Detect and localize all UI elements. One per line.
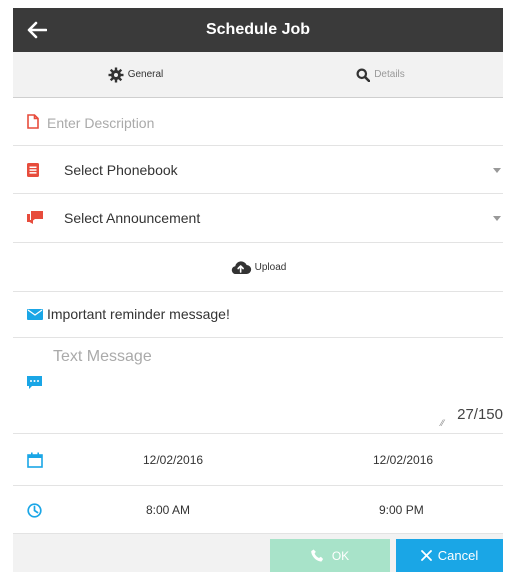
cloud-upload-icon: [231, 261, 252, 274]
clock-icon: [27, 503, 42, 518]
description-row[interactable]: Enter Description: [13, 98, 503, 146]
cancel-label: Cancel: [437, 548, 479, 563]
date-row: 12/02/2016 12/02/2016: [13, 434, 503, 486]
end-date-field[interactable]: 12/02/2016: [373, 453, 433, 467]
search-icon: [356, 68, 371, 82]
message-row: ⁄⁄ 27/150: [13, 338, 503, 434]
close-icon: [420, 550, 432, 561]
chat-bubble-icon: [27, 376, 42, 390]
gear-icon: [108, 67, 124, 82]
announcement-icon: [27, 211, 43, 225]
ok-button[interactable]: OK: [270, 539, 390, 572]
subject-row[interactable]: Important reminder message!: [13, 292, 503, 338]
cancel-button[interactable]: Cancel: [396, 539, 503, 572]
ok-label: OK: [331, 548, 350, 563]
end-time-field[interactable]: 9:00 PM: [379, 503, 424, 517]
subject-input[interactable]: Important reminder message!: [47, 306, 230, 322]
tab-details-label: Details: [374, 69, 405, 80]
start-time-field[interactable]: 8:00 AM: [146, 503, 190, 517]
upload-row: Upload: [13, 243, 503, 292]
start-date-field[interactable]: 12/02/2016: [143, 453, 203, 467]
text-message-input[interactable]: [53, 348, 449, 418]
time-row: 8:00 AM 9:00 PM: [13, 486, 503, 534]
upload-button[interactable]: Upload: [230, 260, 287, 274]
file-icon: [27, 114, 39, 129]
calendar-icon: [27, 452, 43, 468]
announcement-select-label: Select Announcement: [64, 210, 201, 226]
resize-handle-icon[interactable]: ⁄⁄: [441, 418, 444, 428]
arrow-left-icon: [27, 21, 47, 39]
tab-general-label: General: [127, 69, 164, 80]
phonebook-select-label: Select Phonebook: [64, 162, 178, 178]
back-button[interactable]: [13, 8, 61, 52]
tab-details[interactable]: Details: [258, 52, 503, 97]
contacts-icon: [27, 163, 39, 177]
tab-bar: General Details: [13, 52, 503, 98]
top-bar: Schedule Job: [13, 8, 503, 52]
description-input[interactable]: Enter Description: [47, 115, 154, 131]
page-title: Schedule Job: [205, 21, 311, 38]
chevron-down-icon: [493, 167, 501, 173]
announcement-select[interactable]: Select Announcement: [13, 194, 503, 243]
character-counter: 27/150: [457, 406, 503, 423]
phone-icon: [311, 549, 323, 562]
envelope-icon: [27, 309, 43, 320]
tab-general[interactable]: General: [13, 52, 258, 97]
phonebook-select[interactable]: Select Phonebook: [13, 146, 503, 194]
footer-bar: OK Cancel: [13, 534, 503, 572]
chevron-down-icon: [493, 216, 501, 221]
upload-label: Upload: [254, 261, 287, 273]
